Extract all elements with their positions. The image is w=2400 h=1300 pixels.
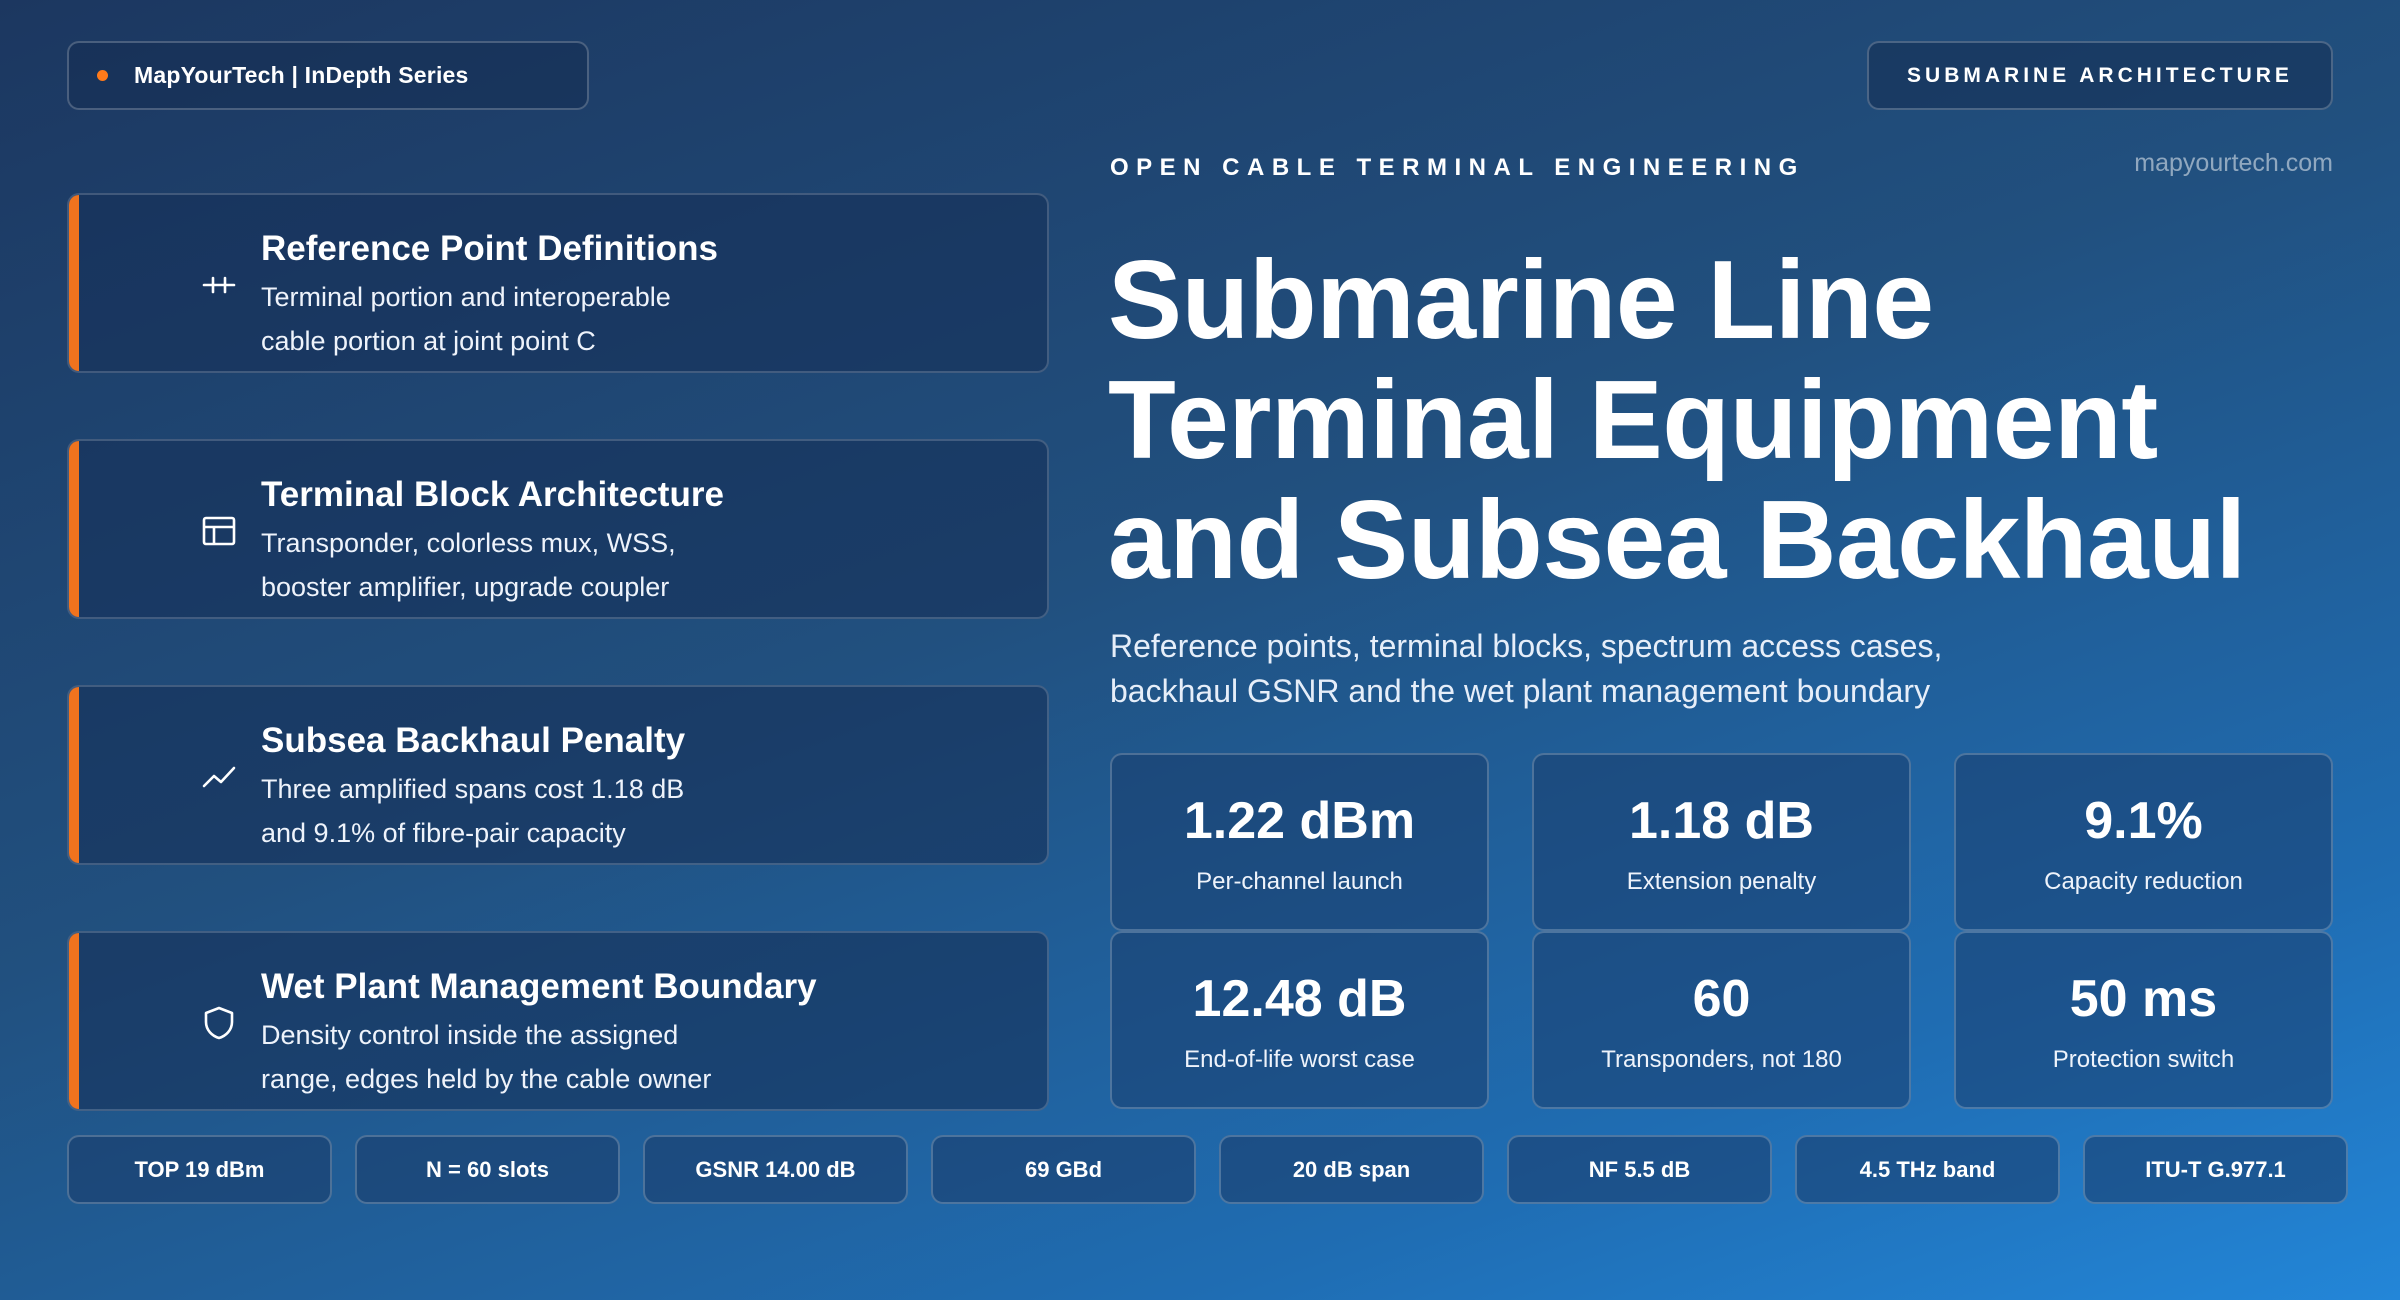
title-line: and Subsea Backhaul [1108, 478, 2246, 602]
stat-label: Protection switch [2052, 1046, 2235, 1073]
brand-badge: MapYourTech | InDepth Series [67, 41, 589, 110]
brand-dot-icon [97, 70, 108, 81]
feature-title: Reference Point Definitions [261, 229, 719, 268]
feature-desc-line: and 9.1% of fibre-pair capacity [261, 818, 626, 848]
card-accent-bar [69, 687, 79, 863]
spec-chip-slots[interactable]: N = 60 slots [355, 1135, 620, 1204]
feature-desc-line: Three amplified spans cost 1.18 dB [261, 774, 685, 804]
site-url[interactable]: mapyourtech.com [2134, 149, 2333, 178]
feature-description: Terminal portion and interoperable cable… [261, 275, 821, 363]
subtitle-line: backhaul GSNR and the wet plant manageme… [1110, 673, 1931, 709]
feature-description: Transponder, colorless mux, WSS, booster… [261, 521, 821, 609]
card-accent-bar [69, 195, 79, 371]
feature-desc-line: Transponder, colorless mux, WSS, [261, 528, 676, 558]
spec-chip-gsnr[interactable]: GSNR 14.00 dB [643, 1135, 908, 1204]
spec-chip-noise-figure[interactable]: NF 5.5 dB [1507, 1135, 1772, 1204]
spec-chip-band[interactable]: 4.5 THz band [1795, 1135, 2060, 1204]
spec-chip-span[interactable]: 20 dB span [1219, 1135, 1484, 1204]
title-line: Terminal Equipment [1108, 358, 2158, 482]
brand-label: MapYourTech | InDepth Series [134, 62, 469, 88]
feature-description: Three amplified spans cost 1.18 dB and 9… [261, 767, 821, 855]
stat-card-extension-penalty: 1.18 dB Extension penalty [1532, 753, 1911, 931]
stat-value: 1.18 dB [1629, 792, 1814, 850]
layout-block-icon [199, 511, 239, 551]
stat-card-end-of-life: 12.48 dB End-of-life worst case [1110, 931, 1489, 1109]
shield-icon [199, 1003, 239, 1043]
reference-points-icon [199, 265, 239, 305]
spec-chip-baud[interactable]: 69 GBd [931, 1135, 1196, 1204]
stat-value: 9.1% [2084, 792, 2203, 850]
spec-chip-top[interactable]: TOP 19 dBm [67, 1135, 332, 1204]
feature-card-backhaul-penalty[interactable]: Subsea Backhaul Penalty Three amplified … [67, 685, 1049, 865]
stat-card-transponders: 60 Transponders, not 180 [1532, 931, 1911, 1109]
feature-desc-line: booster amplifier, upgrade coupler [261, 572, 670, 602]
card-accent-bar [69, 933, 79, 1109]
stat-value: 60 [1692, 970, 1751, 1028]
title-line: Submarine Line [1108, 238, 1934, 362]
feature-desc-line: Density control inside the assigned [261, 1020, 679, 1050]
page-title: Submarine Line Terminal Equipment and Su… [1108, 240, 2308, 600]
feature-card-terminal-block[interactable]: Terminal Block Architecture Transponder,… [67, 439, 1049, 619]
feature-desc-line: range, edges held by the cable owner [261, 1064, 712, 1094]
stat-label: Per-channel launch [1196, 868, 1403, 895]
stat-card-protection-switch: 50 ms Protection switch [1954, 931, 2333, 1109]
trend-line-icon [199, 757, 239, 797]
feature-title: Subsea Backhaul Penalty [261, 721, 686, 760]
section-badge: SUBMARINE ARCHITECTURE [1867, 41, 2333, 110]
stat-card-capacity-reduction: 9.1% Capacity reduction [1954, 753, 2333, 931]
feature-description: Density control inside the assigned rang… [261, 1013, 821, 1101]
stat-card-launch: 1.22 dBm Per-channel launch [1110, 753, 1489, 931]
subtitle-line: Reference points, terminal blocks, spect… [1110, 628, 1943, 664]
stat-value: 12.48 dB [1192, 970, 1407, 1028]
card-accent-bar [69, 441, 79, 617]
stat-label: End-of-life worst case [1184, 1046, 1415, 1073]
stat-label: Capacity reduction [2044, 868, 2243, 895]
stat-value: 50 ms [2069, 970, 2218, 1028]
feature-desc-line: cable portion at joint point C [261, 326, 596, 356]
page-subtitle: Reference points, terminal blocks, spect… [1110, 624, 2110, 714]
feature-card-wet-plant[interactable]: Wet Plant Management Boundary Density co… [67, 931, 1049, 1111]
feature-title: Terminal Block Architecture [261, 475, 724, 514]
spec-chip-standard[interactable]: ITU-T G.977.1 [2083, 1135, 2348, 1204]
eyebrow-label: OPEN CABLE TERMINAL ENGINEERING [1110, 154, 1805, 181]
stat-value: 1.22 dBm [1183, 792, 1416, 850]
feature-card-reference-points[interactable]: Reference Point Definitions Terminal por… [67, 193, 1049, 373]
stat-label: Extension penalty [1626, 868, 1817, 895]
feature-title: Wet Plant Management Boundary [261, 967, 817, 1006]
feature-desc-line: Terminal portion and interoperable [261, 282, 671, 312]
stat-label: Transponders, not 180 [1601, 1046, 1842, 1073]
